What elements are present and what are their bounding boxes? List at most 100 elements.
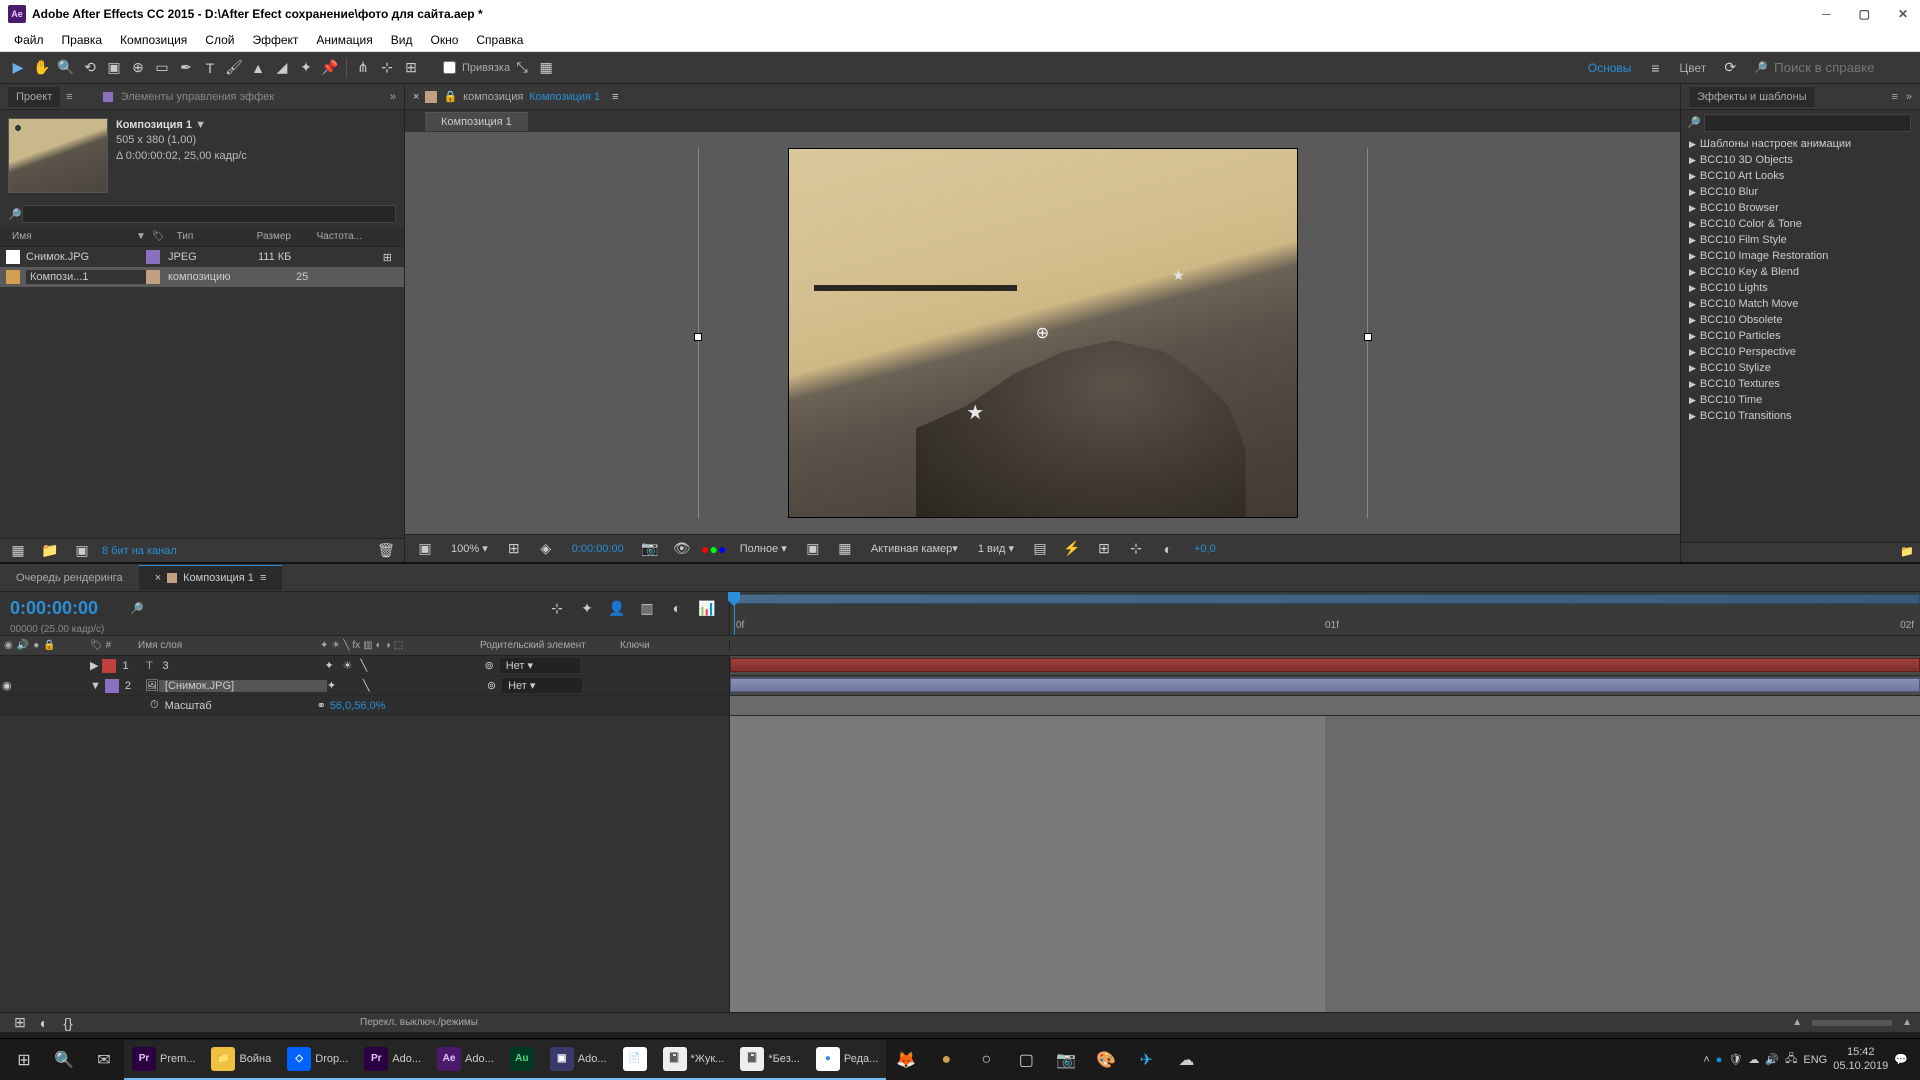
start-button[interactable]: ⊞ (4, 1040, 44, 1080)
toggle-switches-icon[interactable]: ⊞ (8, 1011, 32, 1035)
hand-tool-icon[interactable]: ✋ (30, 56, 54, 80)
world-axis-icon[interactable]: ⊹ (375, 56, 399, 80)
minimize-button[interactable]: ─ (1818, 3, 1835, 25)
stopwatch-icon[interactable]: ⏱ (150, 699, 159, 712)
views-dropdown[interactable]: 1 вид ▾ (972, 540, 1020, 557)
snap-grid-icon[interactable]: ▦ (534, 56, 558, 80)
comp-dropdown-icon[interactable]: ▼ (195, 119, 206, 131)
project-menu-icon[interactable]: ≡ (66, 91, 72, 103)
puppet-tool-icon[interactable]: 📌 (318, 56, 342, 80)
col-parent[interactable]: Родительский элемент (480, 640, 620, 651)
effect-category[interactable]: ▶BCC10 Image Restoration (1681, 248, 1920, 264)
menu-layer[interactable]: Слой (197, 31, 242, 49)
effect-category[interactable]: ▶BCC10 Particles (1681, 328, 1920, 344)
timeline-ruler[interactable]: 0f 01f 02f (730, 592, 1920, 635)
layer-label-icon[interactable] (105, 679, 119, 693)
tray-network-icon[interactable]: 🖧 (1785, 1050, 1797, 1069)
telegram-icon[interactable]: ✈ (1126, 1040, 1166, 1080)
project-item[interactable]: Снимок.JPG JPEG 111 КБ ⊞ (0, 247, 404, 267)
taskbar-app[interactable]: ◇Drop... (279, 1040, 356, 1080)
sort-icon[interactable]: ▼ (136, 231, 146, 242)
project-item[interactable]: Компози...1 композицию 25 (0, 267, 404, 287)
tray-defender-icon[interactable]: 🛡 (1728, 1053, 1742, 1066)
lock-icon[interactable]: 🔒 (443, 90, 457, 103)
parent-dropdown[interactable]: Нет ▾ (500, 658, 580, 673)
property-row[interactable]: ⏱ Масштаб ⚭ 56,0,56,0% (0, 696, 730, 715)
effect-category[interactable]: ▶BCC10 Match Move (1681, 296, 1920, 312)
menu-edit[interactable]: Правка (54, 31, 111, 49)
interpret-icon[interactable]: ▦ (6, 539, 30, 563)
zoom-tool-icon[interactable]: 🔍 (54, 56, 78, 80)
taskbar-app[interactable]: PrPrem... (124, 1040, 203, 1080)
firefox-icon[interactable]: 🦊 (886, 1040, 926, 1080)
tab-menu-icon[interactable]: ≡ (260, 572, 266, 584)
current-time[interactable]: 0:00:00:00 (566, 541, 630, 557)
taskbar-app[interactable]: 📓*Жук... (655, 1040, 733, 1080)
tray-onedrive-icon[interactable]: ☁ (1748, 1053, 1759, 1066)
col-keys[interactable]: Ключи (620, 640, 650, 651)
comp-close-icon[interactable]: × (413, 91, 419, 103)
draft-3d-icon[interactable]: ✦ (575, 596, 599, 620)
effect-category[interactable]: ▶BCC10 Lights (1681, 280, 1920, 296)
taskview-icon[interactable]: ▢ (1006, 1040, 1046, 1080)
motion-blur-icon[interactable]: ◐ (665, 596, 689, 620)
taskbar-app[interactable]: AeAdo... (429, 1040, 502, 1080)
expand-icon[interactable]: ▶ (90, 659, 98, 672)
rotate-tool-icon[interactable]: ⟲ (78, 56, 102, 80)
frame-blend-icon[interactable]: ▥ (635, 596, 659, 620)
type-tool-icon[interactable]: T (198, 56, 222, 80)
timeline-search-icon[interactable]: 🔎 (130, 602, 144, 615)
snapshot-icon[interactable]: 📷 (638, 537, 662, 561)
timeline-timecode[interactable]: 0:00:00:00 (10, 598, 98, 619)
label-color-icon[interactable] (146, 250, 160, 264)
menu-help[interactable]: Справка (468, 31, 531, 49)
parent-pickwhip-icon[interactable]: ⊚ (484, 659, 493, 672)
zoom-slider[interactable] (1812, 1020, 1892, 1026)
col-name[interactable]: Имя (6, 231, 136, 242)
layer-row[interactable]: ▶ 1 T 3 ✦☀╲ ⊚ Нет ▾ (0, 656, 730, 675)
taskbar-app[interactable]: 📄 (615, 1040, 655, 1080)
workspace-color[interactable]: Цвет (1679, 61, 1706, 75)
workspace-menu-icon[interactable]: ≡ (1643, 56, 1667, 80)
collapse-icon[interactable]: ▼ (90, 680, 101, 692)
taskbar-app[interactable]: ●Реда... (808, 1040, 886, 1080)
tray-expand-icon[interactable]: ˄ (1703, 1054, 1709, 1066)
exposure-value[interactable]: +0,0 (1188, 541, 1222, 557)
menu-animation[interactable]: Анимация (308, 31, 380, 49)
col-freq[interactable]: Частота... (311, 231, 368, 242)
search-button[interactable]: 🔍 (44, 1040, 84, 1080)
scale-property[interactable]: Масштаб (165, 700, 317, 712)
camera-dropdown[interactable]: Активная камер▾ (865, 540, 964, 557)
effect-category[interactable]: ▶BCC10 Film Style (1681, 232, 1920, 248)
sync-icon[interactable]: ⟳ (1718, 56, 1742, 80)
selection-handle[interactable] (1364, 333, 1372, 341)
scale-value[interactable]: 56,0,56,0% (330, 700, 386, 712)
visibility-toggle[interactable]: ◉ (0, 679, 14, 692)
exposure-reset-icon[interactable]: ◐ (1156, 537, 1180, 561)
selection-handle[interactable] (694, 333, 702, 341)
effect-category[interactable]: ▶BCC10 Art Looks (1681, 168, 1920, 184)
effect-category[interactable]: ▶BCC10 Obsolete (1681, 312, 1920, 328)
effect-category[interactable]: ▶BCC10 3D Objects (1681, 152, 1920, 168)
fast-preview-icon[interactable]: ⚡ (1060, 537, 1084, 561)
comp-menu-icon[interactable]: ≡ (612, 91, 618, 103)
toggle-modes-icon[interactable]: ◐ (32, 1011, 56, 1035)
paint-icon[interactable]: 🎨 (1086, 1040, 1126, 1080)
trash-icon[interactable]: 🗑 (374, 539, 398, 563)
menu-file[interactable]: Файл (6, 31, 52, 49)
menu-composition[interactable]: Композиция (112, 31, 195, 49)
effect-category[interactable]: ▶BCC10 Key & Blend (1681, 264, 1920, 280)
tray-sync-icon[interactable]: ● (1716, 1054, 1723, 1066)
camera-icon[interactable]: 📷 (1046, 1040, 1086, 1080)
bit-depth-button[interactable]: 8 бит на канал (102, 545, 177, 557)
magnification-icon[interactable]: ▣ (413, 537, 437, 561)
zoom-dropdown[interactable]: 100% ▾ (445, 540, 494, 557)
maximize-button[interactable]: ▢ (1855, 3, 1874, 25)
constrain-icon[interactable]: ⚭ (317, 699, 326, 712)
project-tab[interactable]: Проект (8, 87, 60, 107)
close-button[interactable]: ✕ (1894, 3, 1912, 25)
layer-row[interactable]: ◉ ▼ 2 🖼 [Снимок.JPG] ✦╲ ⊚ Нет ▾ (0, 676, 730, 695)
anchor-point-icon[interactable]: ⊕ (1036, 323, 1049, 343)
effect-category[interactable]: ▶BCC10 Color & Tone (1681, 216, 1920, 232)
app-icon[interactable]: ● (926, 1040, 966, 1080)
